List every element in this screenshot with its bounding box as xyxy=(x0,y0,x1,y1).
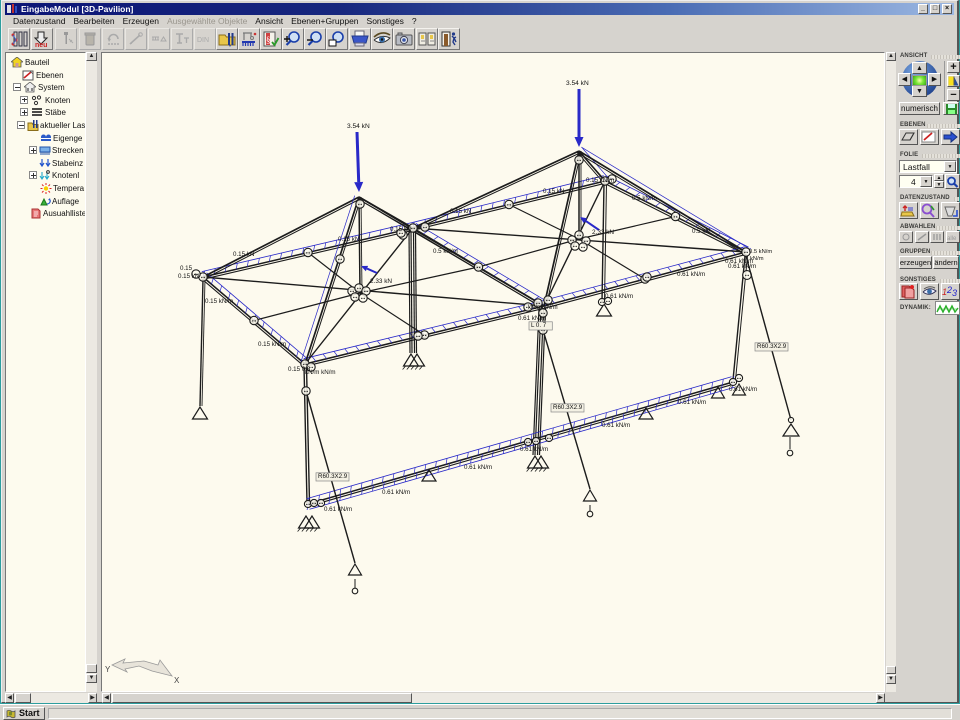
svg-text:0.5 kN/m: 0.5 kN/m xyxy=(433,248,458,255)
svg-text:3.54 kN: 3.54 kN xyxy=(347,123,370,130)
svg-text:0.5 kN: 0.5 kN xyxy=(692,228,710,235)
svg-text:0.61 kN/m: 0.61 kN/m xyxy=(605,293,633,300)
svg-text:DIN: DIN xyxy=(197,37,209,44)
svg-text:0.61 kN/m: 0.61 kN/m xyxy=(678,399,706,406)
svg-text:3.54 kN: 3.54 kN xyxy=(566,80,589,87)
svg-text:0.61 kN/m: 0.61 kN/m xyxy=(602,422,630,429)
svg-text:R60.3X2.9: R60.3X2.9 xyxy=(553,404,583,411)
svg-text:0.15 kN: 0.15 kN xyxy=(390,226,411,233)
svg-text:0.15 kN: 0.15 kN xyxy=(178,273,199,280)
svg-text:2.33 kN: 2.33 kN xyxy=(370,278,392,285)
svg-text:0.15 kN/m: 0.15 kN/m xyxy=(258,341,286,348)
svg-text:kN/m: kN/m xyxy=(750,256,764,262)
svg-text:0.61 kN/m: 0.61 kN/m xyxy=(324,506,352,513)
svg-text:0.5 kN/m: 0.5 kN/m xyxy=(632,195,657,202)
svg-text:0.15 kN/m: 0.15 kN/m xyxy=(586,177,614,184)
svg-text:kN/m kN/m: kN/m kN/m xyxy=(305,369,336,376)
svg-text:alle: alle xyxy=(947,236,957,242)
svg-text:neu: neu xyxy=(35,42,47,48)
svg-text:0.15: 0.15 xyxy=(180,265,193,272)
svg-text:kN/m kN/m: kN/m kN/m xyxy=(528,305,558,311)
svg-text:3: 3 xyxy=(952,288,957,298)
svg-text:0.5 kN/m: 0.5 kN/m xyxy=(749,249,772,255)
svg-text:0.61 kN/m: 0.61 kN/m xyxy=(729,386,757,393)
svg-text:0.61 kN/m: 0.61 kN/m xyxy=(520,446,548,453)
svg-text:§: § xyxy=(266,35,271,45)
svg-text:0.15 kN: 0.15 kN xyxy=(543,188,564,195)
svg-text:0.61 kN/m: 0.61 kN/m xyxy=(677,271,705,278)
svg-text:0.15 kN/m: 0.15 kN/m xyxy=(205,298,233,305)
svg-text:0.15 kN: 0.15 kN xyxy=(450,208,471,215)
svg-text:0.61 kN/m: 0.61 kN/m xyxy=(464,464,492,471)
svg-text:0.15 kN: 0.15 kN xyxy=(233,251,254,258)
svg-text:0.61 kN/m: 0.61 kN/m xyxy=(518,315,546,322)
svg-text:0.15 kN: 0.15 kN xyxy=(338,236,359,243)
svg-text:X: X xyxy=(174,676,180,685)
svg-text:R60.3X2.9: R60.3X2.9 xyxy=(757,343,787,350)
svg-text:0.61 kN/m: 0.61 kN/m xyxy=(728,263,756,270)
svg-text:Y: Y xyxy=(105,665,111,674)
svg-text:L 0. 7: L 0. 7 xyxy=(531,322,547,329)
svg-text:2.33 kN: 2.33 kN xyxy=(592,229,614,236)
svg-text:R60.3X2.9: R60.3X2.9 xyxy=(318,473,348,480)
svg-text:0.61 kN/m: 0.61 kN/m xyxy=(382,489,410,496)
